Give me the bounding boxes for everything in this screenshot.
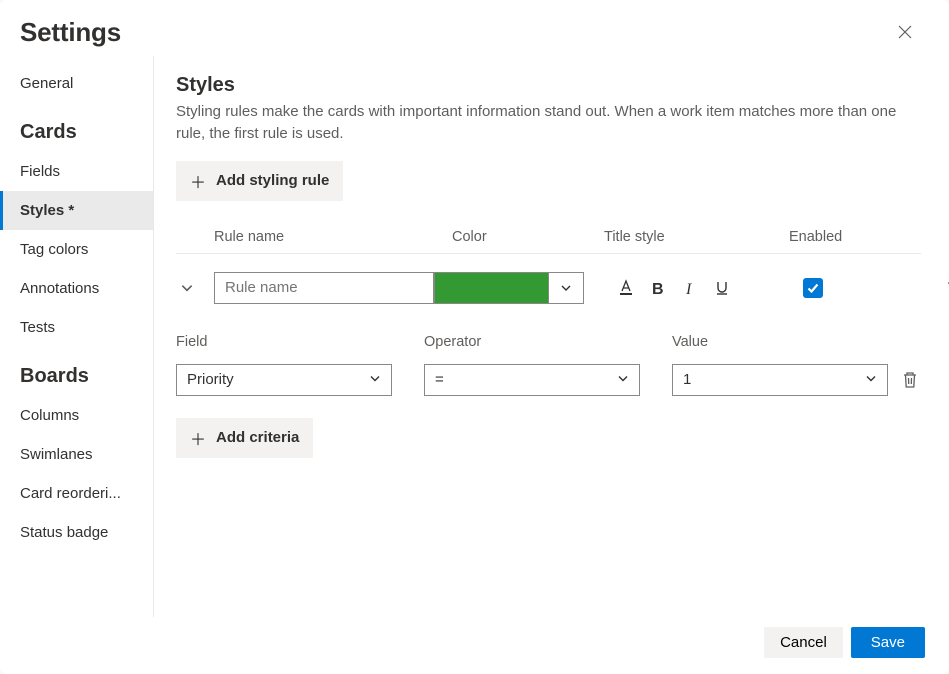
sidebar-item-annotations[interactable]: Annotations (0, 269, 153, 308)
add-criteria-button[interactable]: ＋ Add criteria (176, 418, 313, 458)
operator-select[interactable]: = (424, 364, 640, 396)
col-operator: Operator (424, 334, 672, 350)
sidebar-item-status-badge[interactable]: Status badge (0, 513, 153, 552)
add-styling-rule-button[interactable]: ＋ Add styling rule (176, 161, 343, 201)
delete-criteria-button[interactable] (890, 371, 930, 389)
add-criteria-label: Add criteria (216, 429, 299, 446)
chevron-down-icon (865, 372, 877, 384)
cancel-button[interactable]: Cancel (764, 627, 843, 658)
rule-column-headers: Rule name Color Title style Enabled (176, 201, 921, 254)
sidebar-item-columns[interactable]: Columns (0, 396, 153, 435)
value-select-value: 1 (683, 371, 691, 388)
underline-button[interactable] (712, 278, 732, 298)
sidebar-item-swimlanes[interactable]: Swimlanes (0, 435, 153, 474)
trash-icon (902, 371, 918, 389)
enabled-checkbox[interactable] (803, 278, 823, 298)
plus-icon: ＋ (190, 169, 206, 193)
underline-icon (713, 279, 731, 297)
sidebar-item-fields[interactable]: Fields (0, 152, 153, 191)
col-enabled: Enabled (789, 229, 934, 245)
sidebar-section-cards: Cards (0, 103, 153, 152)
italic-button[interactable]: I (680, 278, 700, 298)
col-field: Field (176, 334, 424, 350)
field-select-value: Priority (187, 371, 234, 388)
rule-name-input[interactable] (214, 272, 434, 304)
chevron-down-icon (617, 372, 629, 384)
expand-rule-toggle[interactable] (176, 281, 214, 295)
settings-main-panel: Styles Styling rules make the cards with… (154, 56, 949, 617)
sidebar-item-general[interactable]: General (0, 64, 153, 103)
delete-rule-button[interactable] (934, 279, 949, 297)
check-icon (806, 281, 820, 295)
bold-icon: B (649, 279, 667, 297)
chevron-down-icon (560, 282, 572, 294)
rule-row: B I (176, 254, 921, 316)
sidebar-section-boards: Boards (0, 347, 153, 396)
field-select[interactable]: Priority (176, 364, 392, 396)
chevron-down-icon (180, 281, 194, 295)
dialog-title: Settings (20, 17, 121, 48)
font-color-button[interactable] (616, 278, 636, 298)
operator-select-value: = (435, 371, 444, 388)
close-button[interactable] (889, 16, 921, 48)
add-styling-rule-label: Add styling rule (216, 172, 329, 189)
sidebar-item-tag-colors[interactable]: Tag colors (0, 230, 153, 269)
svg-text:B: B (652, 281, 664, 297)
panel-description: Styling rules make the cards with import… (176, 101, 921, 145)
color-dropdown-button[interactable] (548, 272, 584, 304)
color-picker[interactable] (434, 272, 584, 304)
col-title-style: Title style (604, 229, 789, 245)
italic-icon: I (681, 279, 699, 297)
chevron-down-icon (369, 372, 381, 384)
color-swatch (434, 272, 548, 304)
criteria-column-headers: Field Operator Value (176, 316, 921, 364)
close-icon (897, 24, 913, 40)
font-color-icon (617, 279, 635, 297)
bold-button[interactable]: B (648, 278, 668, 298)
value-select[interactable]: 1 (672, 364, 888, 396)
save-button[interactable]: Save (851, 627, 925, 658)
col-color: Color (414, 229, 604, 245)
sidebar-item-card-reordering[interactable]: Card reorderi... (0, 474, 153, 513)
svg-text:I: I (685, 281, 692, 297)
sidebar-item-tests[interactable]: Tests (0, 308, 153, 347)
settings-sidebar: General Cards Fields Styles * Tag colors… (0, 56, 154, 617)
panel-title: Styles (176, 74, 921, 97)
col-rule-name: Rule name (214, 229, 414, 245)
plus-icon: ＋ (190, 426, 206, 450)
criteria-row: Priority = 1 (176, 364, 921, 414)
sidebar-item-styles[interactable]: Styles * (0, 191, 153, 230)
col-value: Value (672, 334, 890, 350)
